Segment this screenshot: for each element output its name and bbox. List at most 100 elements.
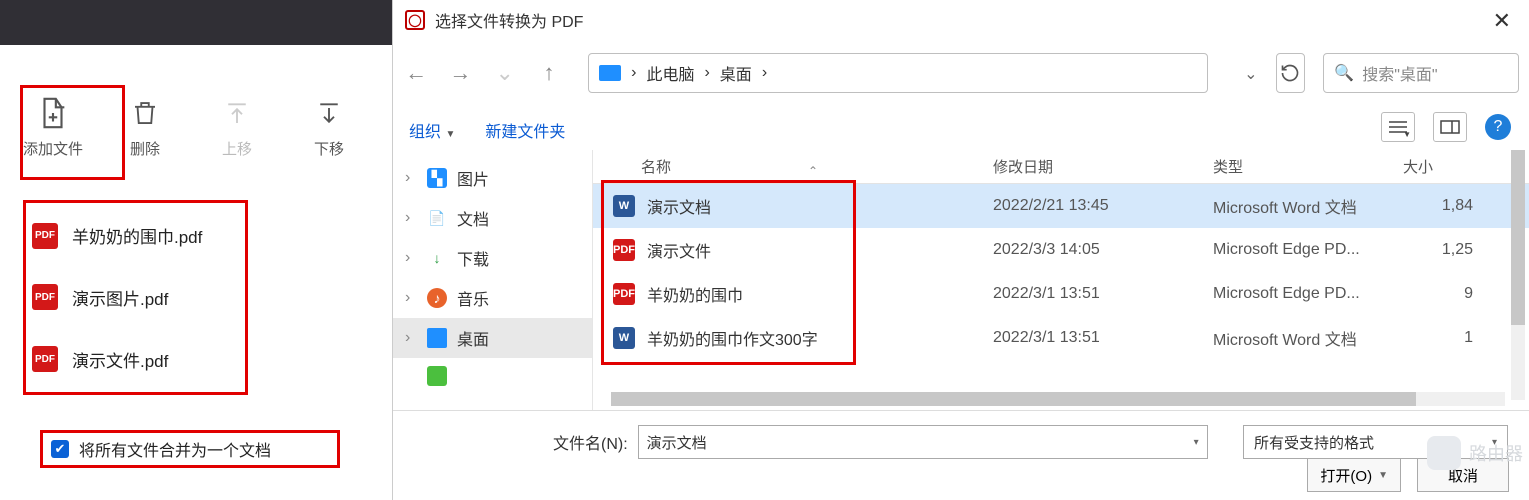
search-icon: 🔍 [1334,63,1354,83]
tree-node-pictures[interactable]: ›▚图片 [393,158,592,198]
nav-up-button[interactable]: ↑ [536,55,562,91]
search-input[interactable]: 🔍 搜索"桌面" [1323,53,1519,93]
nav-recent-button[interactable]: ⌄ [492,55,518,91]
move-up-label: 上移 [222,138,252,159]
col-size[interactable]: 大小 [1403,156,1473,177]
breadcrumb-dropdown-icon[interactable]: ⌄ [1244,64,1257,82]
dialog-title: 选择文件转换为 PDF [435,8,583,32]
search-placeholder: 搜索"桌面" [1362,61,1437,85]
crumb-root[interactable]: 此电脑 [646,61,694,85]
organize-row: 组织 ▼ 新建文件夹 [409,112,565,148]
preview-pane-button[interactable] [1433,112,1467,142]
crumb-sep: › [704,64,709,82]
chevron-right-icon: › [405,209,417,227]
list-item[interactable]: PDF 演示文件.pdf [32,332,239,387]
col-name[interactable]: 名称⌃ [593,156,993,177]
tree-node-extra[interactable] [393,358,592,394]
delete-label: 删除 [130,138,160,159]
split-chevron-icon[interactable]: ▼ [1378,470,1388,481]
move-down-icon [312,96,346,130]
tree-node-desktop[interactable]: ›桌面 [393,318,592,358]
help-button[interactable]: ? [1485,114,1511,140]
pdf-file-icon: PDF [613,239,635,261]
scrollbar-thumb[interactable] [1511,150,1525,325]
word-file-icon: W [613,195,635,217]
pdf-icon: PDF [32,346,58,372]
desktop-icon [427,328,447,348]
downloads-icon: ↓ [427,248,447,268]
chevron-right-icon: › [405,329,417,347]
file-list: PDF 羊奶奶的围巾.pdf PDF 演示图片.pdf PDF 演示文件.pdf [23,200,248,395]
pdf-icon: PDF [32,284,58,310]
checkbox-checked-icon[interactable]: ✔ [51,440,69,458]
list-item[interactable]: PDF 演示图片.pdf [32,270,239,325]
app-icon [427,366,447,386]
word-file-icon: W [613,327,635,349]
new-folder-button[interactable]: 新建文件夹 [485,118,565,142]
crumb-sep: › [762,64,767,82]
table-row[interactable]: PDF演示文件 2022/3/3 14:05 Microsoft Edge PD… [593,228,1529,272]
view-mode-button[interactable]: ▼ [1381,112,1415,142]
table-row[interactable]: PDF羊奶奶的围巾 2022/3/1 13:51 Microsoft Edge … [593,272,1529,316]
close-button[interactable]: ✕ [1493,8,1511,34]
nav-forward-button[interactable]: → [447,55,473,91]
merge-all-checkbox-row[interactable]: ✔ 将所有文件合并为一个文档 [40,430,340,468]
view-options: ▼ ? [1381,112,1511,142]
sort-indicator-icon: ⌃ [808,164,818,178]
pdf-file-icon: PDF [613,283,635,305]
dialog-footer: 文件名(N): 演示文档 ▾ 所有受支持的格式 ▾ 打开(O)▼ 取消 [393,410,1529,500]
chevron-right-icon: › [405,289,417,307]
tree-node-downloads[interactable]: ›↓下载 [393,238,592,278]
music-icon: ♪ [427,288,447,308]
chevron-right-icon: › [405,169,417,187]
list-item-label: 演示文件.pdf [72,347,168,372]
organize-menu[interactable]: 组织 ▼ [409,118,455,142]
computer-icon [599,65,621,81]
watermark: 路由器 [1427,436,1523,470]
file-table: 名称⌃ 修改日期 类型 大小 W演示文档 2022/2/21 13:45 Mic… [593,150,1529,410]
chevron-down-icon: ▼ [1403,130,1411,139]
breadcrumb[interactable]: › 此电脑 › 桌面 › [588,53,1208,93]
folder-tree: ›▚图片 ›📄文档 ›↓下载 ›♪音乐 ›桌面 [393,150,593,410]
table-header: 名称⌃ 修改日期 类型 大小 [593,150,1529,184]
move-up-button[interactable]: 上移 [197,87,277,167]
crumb-sep: › [631,64,636,82]
table-row[interactable]: W羊奶奶的围巾作文300字 2022/3/1 13:51 Microsoft W… [593,316,1529,360]
scrollbar-thumb[interactable] [611,392,1416,406]
pdf-app-panel: 添加文件 删除 上移 下移 PDF 羊奶奶的围巾.pdf PDF [0,0,392,500]
col-type[interactable]: 类型 [1213,156,1403,177]
chevron-down-icon[interactable]: ▾ [1194,437,1199,448]
file-open-dialog: ◯ 选择文件转换为 PDF ✕ ← → ⌄ ↑ › 此电脑 › 桌面 › ⌄ 🔍… [392,0,1529,500]
pdf-icon: PDF [32,223,58,249]
filename-input[interactable]: 演示文档 ▾ [638,425,1208,459]
app-logo-icon: ◯ [405,10,425,30]
tree-node-documents[interactable]: ›📄文档 [393,198,592,238]
tree-node-music[interactable]: ›♪音乐 [393,278,592,318]
trash-icon [128,96,162,130]
vertical-scrollbar[interactable] [1511,150,1525,400]
list-item[interactable]: PDF 羊奶奶的围巾.pdf [32,208,239,263]
move-down-button[interactable]: 下移 [289,87,369,167]
dialog-titlebar: ◯ 选择文件转换为 PDF [393,0,1529,40]
crumb-leaf[interactable]: 桌面 [720,61,752,85]
merge-label: 将所有文件合并为一个文档 [79,437,271,461]
move-up-icon [220,96,254,130]
nav-back-button[interactable]: ← [403,55,429,91]
refresh-button[interactable] [1276,53,1306,93]
app-titlebar [0,0,392,45]
documents-icon: 📄 [427,208,447,228]
nav-row: ← → ⌄ ↑ › 此电脑 › 桌面 › ⌄ 🔍 搜索"桌面" [393,48,1529,98]
filename-label: 文件名(N): [553,430,628,454]
move-down-label: 下移 [314,138,344,159]
horizontal-scrollbar[interactable] [611,392,1505,406]
dialog-body: ›▚图片 ›📄文档 ›↓下载 ›♪音乐 ›桌面 名称⌃ 修改日期 类型 大小 W… [393,150,1529,410]
list-item-label: 羊奶奶的围巾.pdf [72,223,202,248]
pictures-icon: ▚ [427,168,447,188]
table-row[interactable]: W演示文档 2022/2/21 13:45 Microsoft Word 文档 … [593,184,1529,228]
watermark-icon [1427,436,1461,470]
open-button[interactable]: 打开(O)▼ [1307,458,1401,492]
chevron-right-icon: › [405,249,417,267]
col-date[interactable]: 修改日期 [993,156,1213,177]
list-item-label: 演示图片.pdf [72,285,168,310]
highlight-add-file [20,85,125,180]
